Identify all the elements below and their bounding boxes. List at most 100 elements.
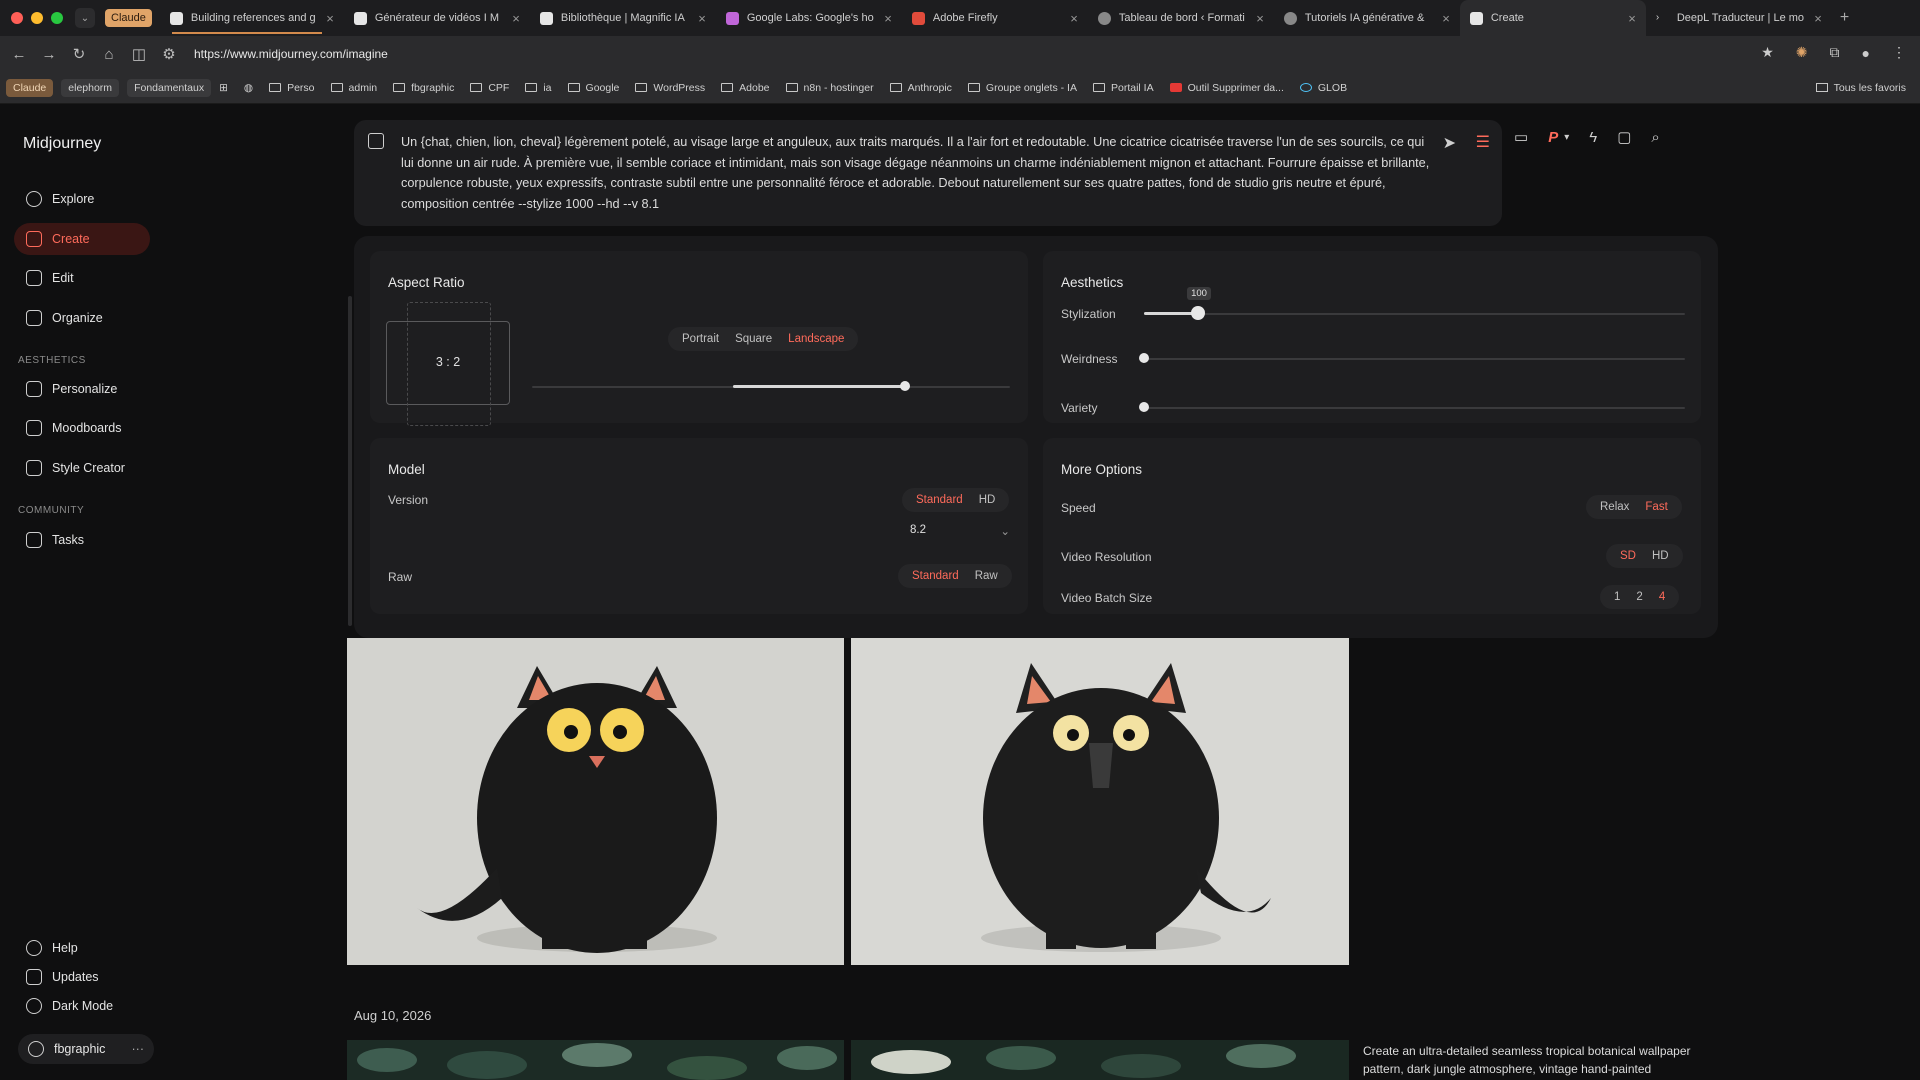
- raw-standard-option[interactable]: Standard: [904, 567, 967, 585]
- browser-tab[interactable]: Adobe Firefly ×: [902, 0, 1088, 36]
- generated-image[interactable]: [851, 638, 1349, 965]
- new-tab-plus-icon[interactable]: +: [1840, 9, 1849, 27]
- bookmark-folder[interactable]: n8n - hostinger: [785, 82, 874, 94]
- lightning-icon[interactable]: ϟ: [1589, 129, 1597, 146]
- close-tab-icon[interactable]: ×: [1442, 11, 1450, 26]
- profile-avatar-icon[interactable]: ●: [1862, 45, 1870, 61]
- apps-grid-icon[interactable]: ⊞: [219, 82, 228, 94]
- version-select[interactable]: 8.2 ⌄: [910, 524, 1010, 538]
- close-window-button[interactable]: [11, 12, 23, 24]
- user-menu[interactable]: fbgraphic ···: [18, 1034, 154, 1064]
- forward-arrow-icon[interactable]: →: [34, 46, 64, 63]
- variety-slider-handle[interactable]: [1139, 402, 1149, 412]
- bookmark-folder[interactable]: Google: [567, 82, 619, 94]
- tab-search-chevron-icon[interactable]: ⌄: [75, 8, 95, 28]
- sidebar-item-style-creator[interactable]: Style Creator: [14, 452, 150, 484]
- sidebar-toggle-icon[interactable]: ◫: [124, 45, 154, 63]
- browser-tab[interactable]: › DeepL Traducteur | Le mo ×: [1646, 0, 1832, 36]
- generated-image[interactable]: [347, 638, 844, 965]
- sidebar-item-create[interactable]: Create: [14, 223, 150, 255]
- browser-tab-active[interactable]: Create ×: [1459, 0, 1646, 36]
- batch-4-option[interactable]: 4: [1651, 588, 1673, 606]
- relax-option[interactable]: Relax: [1592, 498, 1637, 516]
- bookmark-chip[interactable]: elephorm: [61, 78, 120, 97]
- bookmark-star-icon[interactable]: ★: [1761, 44, 1774, 61]
- browser-tab[interactable]: Bibliothèque | Magnific IA ×: [530, 0, 716, 36]
- send-icon[interactable]: ➤: [1443, 133, 1456, 153]
- bookmark-folder[interactable]: Portail IA: [1092, 82, 1154, 94]
- close-tab-icon[interactable]: ×: [1814, 11, 1822, 26]
- reload-icon[interactable]: ↻: [64, 45, 94, 63]
- scroll-handle[interactable]: [348, 296, 352, 626]
- bookmark-link[interactable]: GLOB: [1299, 82, 1347, 94]
- sidebar-item-explore[interactable]: Explore: [14, 183, 150, 215]
- sidebar-item-personalize[interactable]: Personalize: [14, 373, 150, 405]
- browser-tab[interactable]: Google Labs: Google's ho ×: [716, 0, 902, 36]
- bookmark-folder[interactable]: Perso: [269, 82, 315, 94]
- bookmark-link[interactable]: Outil Supprimer da...: [1169, 82, 1284, 94]
- settings-sliders-icon[interactable]: ☰: [1476, 132, 1490, 152]
- close-tab-icon[interactable]: ×: [326, 11, 334, 26]
- batch-2-option[interactable]: 2: [1628, 588, 1650, 606]
- chat-icon[interactable]: ▢: [1617, 128, 1631, 146]
- weirdness-slider-handle[interactable]: [1139, 353, 1149, 363]
- folder-icon[interactable]: ▭: [1514, 128, 1528, 146]
- close-tab-icon[interactable]: ×: [1070, 11, 1078, 26]
- browser-tab[interactable]: Building references and g ×: [160, 0, 344, 36]
- sidebar-item-moodboards[interactable]: Moodboards: [14, 412, 150, 444]
- generated-image[interactable]: [851, 1040, 1349, 1080]
- bookmark-chip[interactable]: Fondamentaux: [127, 78, 212, 97]
- stylization-slider-handle[interactable]: [1191, 306, 1206, 320]
- prompt-text[interactable]: Un {chat, chien, lion, cheval} légèremen…: [401, 132, 1431, 214]
- generated-image[interactable]: [347, 1040, 844, 1080]
- extensions-puzzle-icon[interactable]: ⧉: [1830, 44, 1840, 61]
- bookmark-chip[interactable]: Claude: [6, 78, 54, 97]
- weirdness-slider-track[interactable]: [1144, 358, 1685, 360]
- browser-tab[interactable]: Tableau de bord ‹ Formati ×: [1088, 0, 1274, 36]
- sidebar-item-dark-mode[interactable]: Dark Mode: [14, 990, 150, 1022]
- standard-option[interactable]: Standard: [908, 491, 971, 509]
- close-tab-icon[interactable]: ×: [1256, 11, 1264, 26]
- personalize-toggle[interactable]: P: [1548, 129, 1558, 146]
- sidebar-item-organize[interactable]: Organize: [14, 302, 150, 334]
- bookmark-folder[interactable]: Groupe onglets - IA: [967, 82, 1077, 94]
- sidebar-item-updates[interactable]: Updates: [14, 961, 150, 993]
- browser-tab[interactable]: Tutoriels IA générative & ×: [1274, 0, 1460, 36]
- browser-tab[interactable]: Générateur de vidéos I M ×: [344, 0, 530, 36]
- brand-logo[interactable]: Midjourney: [23, 135, 101, 153]
- minimize-window-button[interactable]: [31, 12, 43, 24]
- globe-icon[interactable]: ◍: [244, 82, 253, 94]
- hd-option[interactable]: HD: [971, 491, 1004, 509]
- close-tab-icon[interactable]: ×: [698, 11, 706, 26]
- chevron-down-icon[interactable]: ▾: [1564, 132, 1569, 143]
- browser-menu-icon[interactable]: ⋮: [1892, 44, 1906, 61]
- prompt-bar[interactable]: Un {chat, chien, lion, cheval} légèremen…: [354, 120, 1502, 226]
- bookmark-folder[interactable]: admin: [330, 82, 377, 94]
- raw-option[interactable]: Raw: [967, 567, 1006, 585]
- maximize-window-button[interactable]: [51, 12, 63, 24]
- claude-extension-icon[interactable]: ✺: [1796, 44, 1808, 61]
- aspect-ratio-slider-handle[interactable]: [899, 381, 910, 391]
- sidebar-item-tasks[interactable]: Tasks: [14, 524, 150, 556]
- landscape-option[interactable]: Landscape: [780, 330, 852, 348]
- bookmark-folder[interactable]: Adobe: [721, 82, 770, 94]
- stylization-slider-track[interactable]: [1144, 313, 1685, 315]
- address-bar[interactable]: https://www.midjourney.com/imagine: [194, 47, 388, 61]
- video-hd-option[interactable]: HD: [1644, 547, 1677, 565]
- sidebar-item-help[interactable]: Help: [14, 932, 150, 964]
- all-favorites[interactable]: Tous les favoris: [1815, 82, 1906, 94]
- back-arrow-icon[interactable]: ←: [4, 46, 34, 63]
- square-option[interactable]: Square: [727, 330, 780, 348]
- claude-tab-group[interactable]: Claude: [105, 9, 152, 27]
- close-tab-icon[interactable]: ×: [1628, 11, 1636, 26]
- sd-option[interactable]: SD: [1612, 547, 1644, 565]
- image-prompt-icon[interactable]: [368, 133, 384, 149]
- bookmark-folder[interactable]: ia: [525, 82, 552, 94]
- bookmark-folder[interactable]: Anthropic: [889, 82, 952, 94]
- close-tab-icon[interactable]: ×: [884, 11, 892, 26]
- home-icon[interactable]: ⌂: [94, 46, 124, 63]
- fast-option[interactable]: Fast: [1637, 498, 1675, 516]
- bookmark-folder[interactable]: fbgraphic: [393, 82, 454, 94]
- batch-1-option[interactable]: 1: [1606, 588, 1628, 606]
- sidebar-item-edit[interactable]: Edit: [14, 262, 150, 294]
